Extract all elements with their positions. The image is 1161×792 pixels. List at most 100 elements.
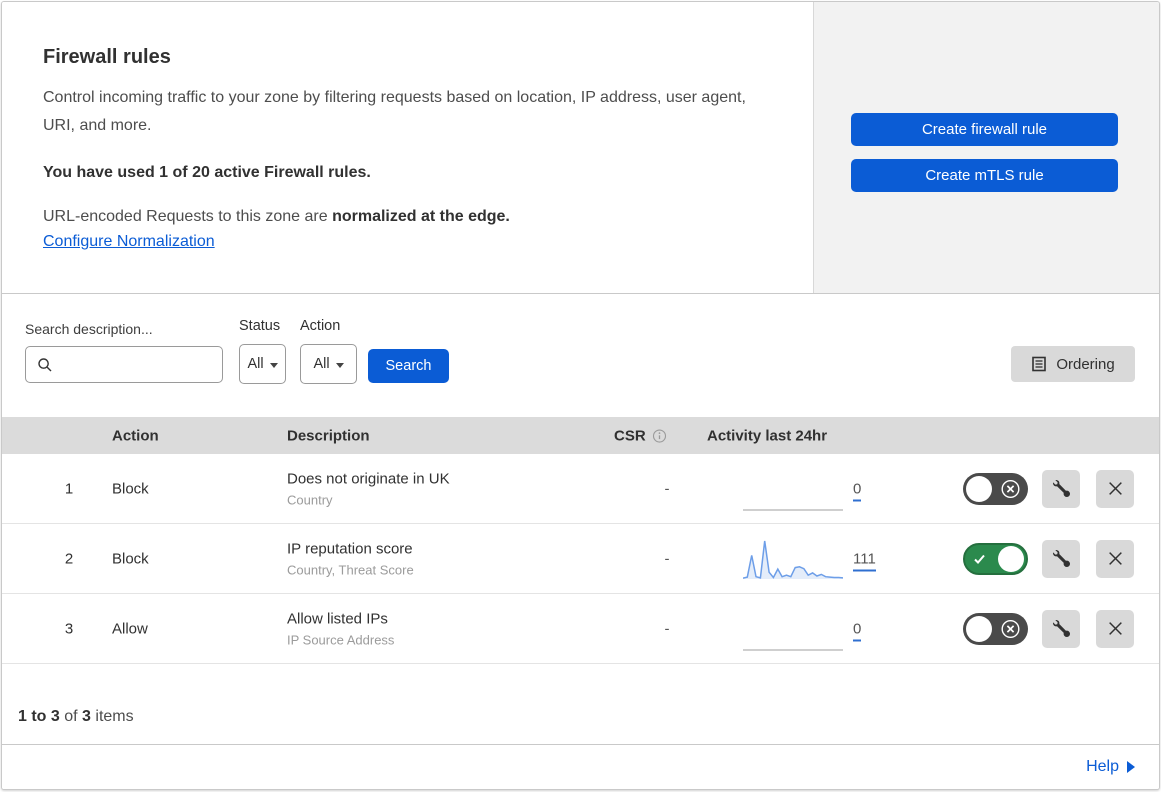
ordering-button-label: Ordering <box>1056 355 1115 373</box>
activity-sparkline <box>743 607 843 651</box>
rule-csr-value: - <box>664 550 670 567</box>
edit-cell <box>1042 469 1080 508</box>
toggle-cross-icon <box>1001 619 1020 638</box>
usage-summary: You have used 1 of 20 active Firewall ru… <box>43 164 371 181</box>
action-select-value: All <box>313 356 330 372</box>
activity-sparkline <box>743 467 843 511</box>
rule-priority: 2 <box>64 550 74 567</box>
normalization-note-text: URL-encoded Requests to this zone are <box>43 208 328 225</box>
close-icon <box>1108 482 1122 495</box>
rule-description: IP reputation score Country, Threat Scor… <box>287 540 414 577</box>
rule-enabled-toggle[interactable] <box>963 612 1028 645</box>
toggle-cell <box>963 542 1028 575</box>
activity-count-link[interactable]: 0 <box>853 620 862 641</box>
rule-priority: 1 <box>64 480 74 497</box>
ordering-button[interactable]: Ordering <box>1011 346 1135 382</box>
delete-cell <box>1096 539 1134 578</box>
search-field[interactable] <box>25 346 223 383</box>
edit-rule-button[interactable] <box>1042 539 1080 578</box>
search-description-label: Search description... <box>25 321 153 337</box>
delete-rule-button[interactable] <box>1096 539 1134 578</box>
status-select[interactable]: All <box>239 344 286 384</box>
rules-table-body: 1 Block Does not originate in UK Country… <box>2 454 1159 664</box>
delete-cell <box>1096 469 1134 508</box>
action-select[interactable]: All <box>300 344 357 384</box>
rule-action: Block <box>112 550 149 567</box>
filter-bar: Search description... Status All Action … <box>2 294 1159 417</box>
status-select-value: All <box>247 356 264 372</box>
activity-count-cell: 0 <box>853 620 862 641</box>
rule-csr-value: - <box>664 620 670 637</box>
toggle-knob <box>966 615 992 642</box>
items-total: 3 <box>82 708 91 725</box>
help-bar: Help <box>2 745 1159 789</box>
page-title: Firewall rules <box>43 46 171 68</box>
toggle-cell <box>963 612 1028 645</box>
chevron-down-icon <box>269 362 278 368</box>
configure-normalization-link[interactable]: Configure Normalization <box>43 233 215 251</box>
rule-priority: 3 <box>64 620 74 637</box>
rule-description-title: Allow listed IPs <box>287 610 388 627</box>
rule-criteria: Country <box>287 492 333 507</box>
help-arrow-icon <box>1127 761 1135 773</box>
create-mtls-rule-button[interactable]: Create mTLS rule <box>851 159 1118 192</box>
items-count-text: 1 to 3 of 3 items <box>18 708 134 726</box>
wrench-icon <box>1052 620 1070 637</box>
toggle-knob <box>966 475 992 502</box>
rule-action: Allow <box>112 620 148 637</box>
create-firewall-rule-button[interactable]: Create firewall rule <box>851 113 1118 146</box>
csr-header-label: CSR <box>614 427 646 444</box>
table-row: 2 Block IP reputation score Country, Thr… <box>2 524 1159 594</box>
delete-rule-button[interactable] <box>1096 609 1134 648</box>
firewall-rules-card: Firewall rules Control incoming traffic … <box>1 1 1160 790</box>
help-link[interactable]: Help <box>1086 758 1135 776</box>
wrench-icon <box>1052 550 1070 567</box>
edit-cell <box>1042 609 1080 648</box>
rule-criteria: Country, Threat Score <box>287 562 414 577</box>
rule-description: Allow listed IPs IP Source Address <box>287 610 394 647</box>
edit-cell <box>1042 539 1080 578</box>
activity-sparkline <box>742 537 844 581</box>
action-filter-label: Action <box>300 318 341 334</box>
rule-csr-value: - <box>664 480 670 497</box>
search-icon <box>38 357 52 371</box>
header-text-block: Firewall rules Control incoming traffic … <box>2 2 812 293</box>
edit-rule-button[interactable] <box>1042 609 1080 648</box>
activity-count-cell: 0 <box>853 480 862 501</box>
activity-count-cell: 111 <box>853 550 876 571</box>
close-icon <box>1108 622 1122 635</box>
items-of: of <box>64 708 78 725</box>
activity-count-link[interactable]: 0 <box>853 480 862 501</box>
rule-enabled-toggle[interactable] <box>963 542 1028 575</box>
actions-panel: Create firewall rule Create mTLS rule <box>813 2 1159 293</box>
column-header-description: Description <box>287 427 370 444</box>
delete-rule-button[interactable] <box>1096 469 1134 508</box>
rule-enabled-toggle[interactable] <box>963 472 1028 505</box>
rule-action: Block <box>112 480 149 497</box>
normalization-note-bold: normalized at the edge. <box>332 208 510 225</box>
page-description: Control incoming traffic to your zone by… <box>43 89 746 134</box>
close-icon <box>1108 552 1122 565</box>
column-header-activity: Activity last 24hr <box>707 427 828 444</box>
search-input[interactable] <box>61 356 222 373</box>
table-row: 1 Block Does not originate in UK Country… <box>2 454 1159 524</box>
toggle-cell <box>963 472 1028 505</box>
header-section: Firewall rules Control incoming traffic … <box>2 2 1159 294</box>
column-header-action: Action <box>112 427 159 444</box>
rule-criteria: IP Source Address <box>287 632 395 647</box>
help-link-label: Help <box>1086 758 1119 775</box>
toggle-check-icon <box>974 554 985 564</box>
items-label: items <box>95 708 134 725</box>
delete-cell <box>1096 609 1134 648</box>
search-button[interactable]: Search <box>368 349 449 383</box>
table-header: Action Description CSR Activity last 24h… <box>2 417 1159 454</box>
rule-description-title: IP reputation score <box>287 540 413 557</box>
info-icon[interactable] <box>652 428 667 443</box>
activity-count-link[interactable]: 111 <box>853 550 876 571</box>
chevron-down-icon <box>335 362 344 368</box>
items-range: 1 to 3 <box>18 708 60 725</box>
table-row: 3 Allow Allow listed IPs IP Source Addre… <box>2 594 1159 664</box>
column-header-csr: CSR <box>614 427 667 444</box>
edit-rule-button[interactable] <box>1042 469 1080 508</box>
toggle-knob <box>998 545 1024 572</box>
